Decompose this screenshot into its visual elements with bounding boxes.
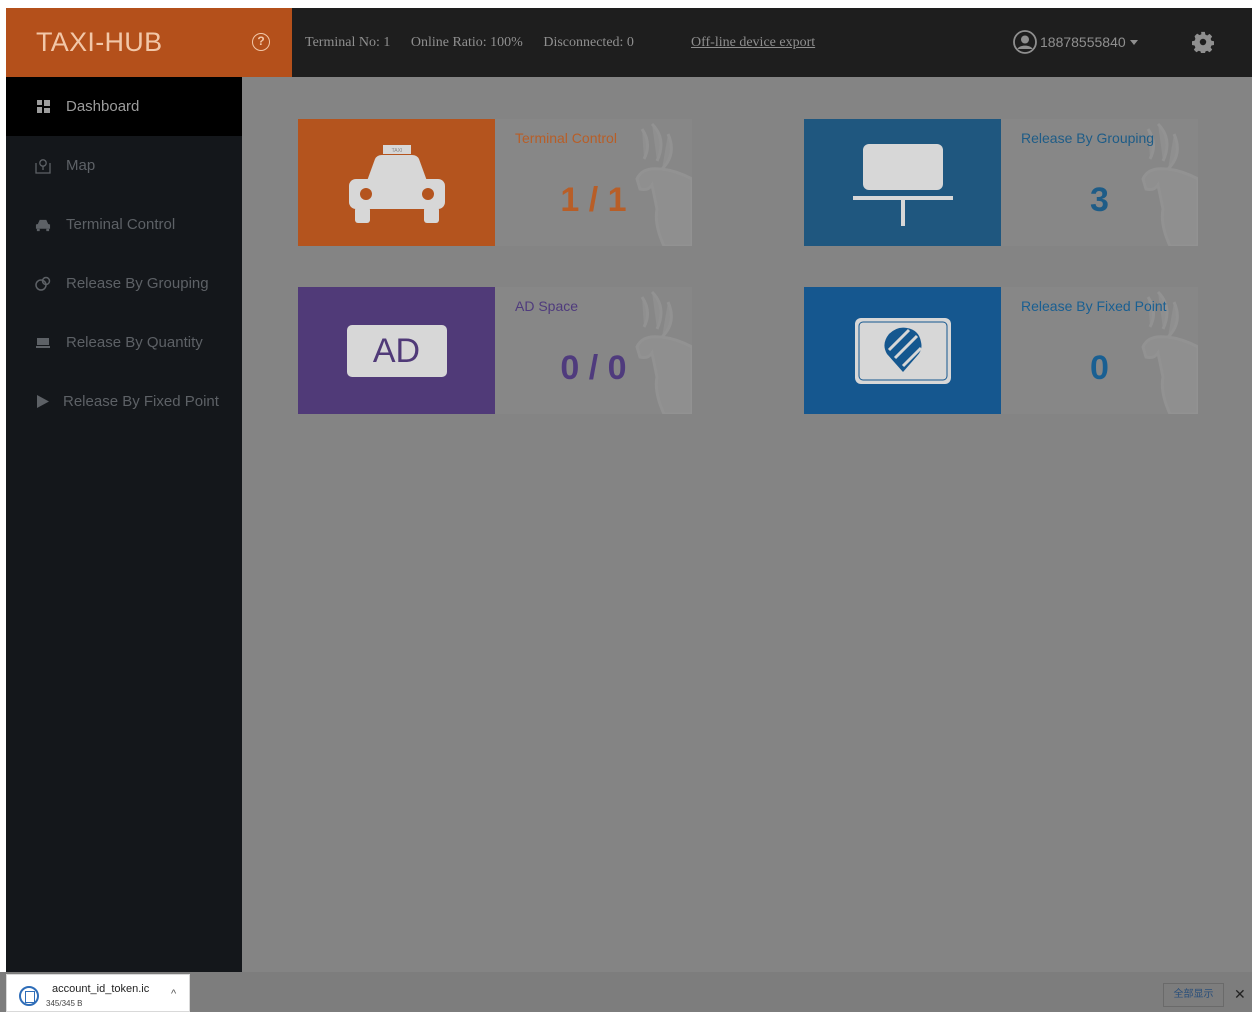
download-file-name: account_id_token.ic [52,983,150,995]
close-icon[interactable]: ✕ [1234,986,1246,1003]
disconnected-stat: Disconnected: 0 [543,35,634,50]
card-body: Terminal Control 1 / 1 [495,119,692,246]
card-icon-box [804,287,1001,414]
card-icon-box: AD [298,287,495,414]
sidebar-item-terminal-control[interactable]: Terminal Control [6,195,242,254]
show-all-downloads-button[interactable]: 全部显示 [1163,983,1224,1007]
user-avatar-icon [1013,30,1037,54]
display-board-icon [852,143,953,226]
terminal-no-stat: Terminal No: 1 [305,35,391,50]
play-icon [35,394,51,410]
card-body: AD Space 0 / 0 [495,287,692,414]
ad-icon: AD [346,324,447,377]
svg-text:TAXI: TAXI [391,148,402,154]
app-window: TAXI-HUB ? Terminal No: 1 Online Ratio: … [6,8,1252,972]
help-icon[interactable]: ? [252,33,270,51]
sidebar-item-map[interactable]: Map [6,136,242,195]
sidebar-item-label: Map [66,157,96,174]
top-header: TAXI-HUB ? Terminal No: 1 Online Ratio: … [6,8,1252,77]
card-title: AD Space [515,298,579,314]
sidebar-item-label: Release By Fixed Point [63,393,219,410]
sidebar-item-release-by-fixed-point[interactable]: Release By Fixed Point [6,372,242,431]
download-bar: account_id_token.ic 345/345 B ^ 全部显示 ✕ [0,972,1252,1012]
card-terminal-control[interactable]: TAXI Terminal Control 1 / 1 [298,119,692,246]
sidebar-item-label: Terminal Control [66,216,176,233]
download-file-size: 345/345 B [46,999,83,1008]
offline-device-export-link[interactable]: Off-line device export [691,35,815,51]
sidebar-item-dashboard[interactable]: Dashboard [6,77,242,136]
sidebar-item-label: Dashboard [66,98,140,115]
card-ad-space[interactable]: AD AD Space 0 / 0 [298,287,692,414]
card-body: Release By Grouping 3 [1001,119,1198,246]
map-icon [35,158,51,174]
location-tag-icon [854,317,951,384]
dashboard-icon [35,99,51,115]
brand-title[interactable]: TAXI-HUB [36,27,162,58]
sidebar-item-label: Release By Grouping [66,275,209,292]
card-title: Release By Grouping [1021,130,1155,146]
download-item[interactable]: account_id_token.ic 345/345 B ^ [6,974,190,1012]
sidebar: Dashboard Map Terminal Control Release B… [6,77,242,972]
user-menu[interactable]: 18878555840 [1013,30,1138,54]
brand-block: TAXI-HUB ? [6,8,292,77]
sidebar-item-release-by-quantity[interactable]: Release By Quantity [6,313,242,372]
chevron-down-icon [1129,39,1138,45]
card-icon-box [804,119,1001,246]
username: 18878555840 [1040,34,1126,50]
card-icon-box: TAXI [298,119,495,246]
card-value: 0 [1090,349,1109,387]
card-value: 3 [1090,181,1109,219]
card-value: 0 / 0 [560,349,627,387]
card-release-by-grouping[interactable]: Release By Grouping 3 [804,119,1198,246]
card-value: 1 / 1 [560,181,627,219]
card-title: Release By Fixed Point [1021,298,1167,314]
sidebar-item-label: Release By Quantity [66,334,203,351]
terminal-stats: Terminal No: 1 Online Ratio: 100% Discon… [305,35,636,51]
quantity-icon [35,335,51,351]
ad-icon-text: AD [372,331,421,370]
online-ratio-stat: Online Ratio: 100% [410,35,523,50]
gear-icon[interactable] [1192,31,1214,53]
car-icon [35,217,51,233]
sidebar-item-release-by-grouping[interactable]: Release By Grouping [6,254,242,313]
card-body: Release By Fixed Point 0 [1001,287,1198,414]
card-release-by-fixed-point[interactable]: Release By Fixed Point 0 [804,287,1198,414]
file-icon [19,986,39,1006]
group-icon [35,276,51,292]
taxi-icon: TAXI [348,144,445,223]
chevron-up-icon[interactable]: ^ [171,988,176,1000]
card-title: Terminal Control [515,130,617,146]
